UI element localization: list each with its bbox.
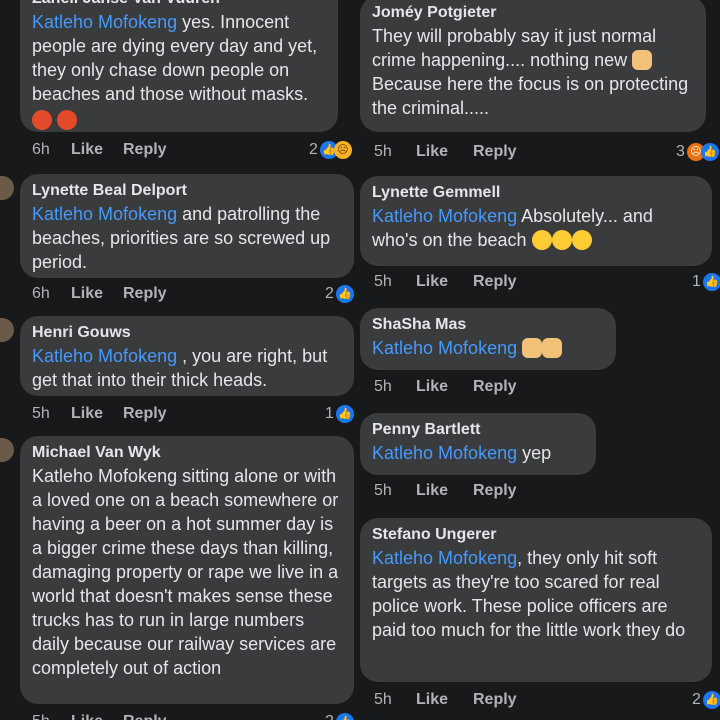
worried-face-emoji-icon: [571, 230, 592, 250]
comment-time[interactable]: 5h: [32, 712, 50, 720]
comment-actions: 5h Like Reply: [32, 404, 360, 424]
like-button[interactable]: Like: [416, 690, 448, 710]
reaction-count[interactable]: 2 👍: [692, 690, 720, 710]
comment-author[interactable]: Henri Gouws: [32, 324, 342, 342]
comment-actions: 5h Like Reply: [32, 712, 360, 720]
comment-text: Because here the focus is on protecting …: [372, 74, 689, 118]
like-button[interactable]: Like: [416, 377, 448, 397]
thumbs-up-icon: 👍: [335, 405, 354, 423]
comment-bubble: ShaSha Mas Katleho Mofokeng: [360, 308, 616, 370]
reaction-number: 2: [692, 691, 701, 708]
avatar[interactable]: [0, 176, 14, 200]
thumbs-up-emoji-icon: [542, 338, 563, 358]
comment-time[interactable]: 5h: [32, 404, 50, 424]
reply-button[interactable]: Reply: [473, 690, 517, 710]
avatar[interactable]: [0, 438, 14, 462]
mention-link[interactable]: Katleho Mofokeng: [32, 346, 177, 366]
comment-author[interactable]: Penny Bartlett: [372, 421, 584, 439]
comment-text: They will probably say it just normal cr…: [372, 26, 657, 70]
reaction-number: 2: [325, 712, 334, 720]
comment-time[interactable]: 5h: [374, 690, 392, 710]
reaction-number: 3: [676, 143, 685, 160]
comment-time[interactable]: 5h: [374, 377, 392, 397]
thumbs-up-icon: 👍: [335, 713, 354, 720]
reaction-count[interactable]: 2 👍 ☹: [309, 140, 352, 160]
comment-bubble: Lynette Gemmell Katleho Mofokeng Absolut…: [360, 176, 712, 266]
left-comment-column: Zanell Janse Van Vuuren Katleho Mofokeng…: [0, 0, 360, 720]
reaction-number: 2: [325, 285, 334, 302]
comment-author[interactable]: Zanell Janse Van Vuuren: [32, 0, 326, 8]
reply-button[interactable]: Reply: [473, 377, 517, 397]
avatar[interactable]: [0, 318, 14, 342]
reply-button[interactable]: Reply: [473, 142, 517, 162]
mention-link[interactable]: Katleho Mofokeng: [372, 206, 517, 226]
reaction-number: 1: [325, 405, 334, 422]
comment-time[interactable]: 5h: [374, 272, 392, 292]
handshake-emoji-icon: [522, 338, 543, 358]
mention-link[interactable]: Katleho Mofokeng: [372, 548, 517, 568]
comment-author[interactable]: Stefano Ungerer: [372, 526, 700, 544]
comment-time[interactable]: 6h: [32, 284, 50, 304]
reaction-count[interactable]: 3 ☹ 👍: [676, 142, 719, 162]
comment-time[interactable]: 6h: [32, 140, 50, 160]
comment-actions: 5h Like Reply: [374, 481, 714, 501]
mention-link[interactable]: Katleho Mofokeng: [372, 443, 517, 463]
facepalm-emoji-icon: [632, 50, 653, 70]
mention-link[interactable]: Katleho Mofokeng: [372, 338, 517, 358]
reply-button[interactable]: Reply: [123, 712, 167, 720]
comment-actions: 6h Like Reply: [32, 284, 360, 304]
comment-bubble: Zanell Janse Van Vuuren Katleho Mofokeng…: [20, 0, 338, 132]
comment-bubble: Michael Van Wyk Katleho Mofokeng sitting…: [20, 436, 354, 704]
comment-text: Katleho Mofokeng sitting alone or with a…: [32, 466, 339, 678]
comment-time[interactable]: 5h: [374, 142, 392, 162]
comment-bubble: Joméy Potgieter They will probably say i…: [360, 0, 706, 132]
reply-button[interactable]: Reply: [123, 284, 167, 304]
reply-button[interactable]: Reply: [123, 404, 167, 424]
angry-emoji-icon: [57, 110, 78, 130]
like-button[interactable]: Like: [71, 284, 103, 304]
mention-link[interactable]: Katleho Mofokeng: [32, 12, 177, 32]
reply-button[interactable]: Reply: [473, 481, 517, 501]
comment-actions: 5h Like Reply: [374, 272, 714, 292]
comment-text: yep: [517, 443, 552, 463]
comment-author[interactable]: Lynette Gemmell: [372, 184, 700, 202]
comment-actions: 5h Like Reply: [374, 377, 714, 397]
comment-author[interactable]: ShaSha Mas: [372, 316, 604, 334]
comment-actions: 5h Like Reply: [374, 690, 714, 710]
reaction-count[interactable]: 1 👍: [692, 272, 720, 292]
mention-link[interactable]: Katleho Mofokeng: [32, 204, 177, 224]
right-comment-column: Joméy Potgieter They will probably say i…: [360, 0, 720, 720]
thinking-face-emoji-icon: [551, 230, 572, 250]
reply-button[interactable]: Reply: [473, 272, 517, 292]
comment-bubble: Henri Gouws Katleho Mofokeng , you are r…: [20, 316, 354, 396]
comment-author[interactable]: Lynette Beal Delport: [32, 182, 342, 200]
thumbs-up-icon: 👍: [702, 691, 720, 709]
like-button[interactable]: Like: [71, 140, 103, 160]
like-button[interactable]: Like: [71, 404, 103, 424]
like-button[interactable]: Like: [416, 272, 448, 292]
reaction-count[interactable]: 1 👍: [325, 404, 354, 424]
reaction-count[interactable]: 2 👍: [325, 284, 354, 304]
like-button[interactable]: Like: [71, 712, 103, 720]
comment-bubble: Stefano Ungerer Katleho Mofokeng, they o…: [360, 518, 712, 682]
thumbs-up-icon: 👍: [335, 285, 354, 303]
reaction-count[interactable]: 2 👍: [325, 712, 354, 720]
reply-button[interactable]: Reply: [123, 140, 167, 160]
thumbs-up-icon: 👍: [700, 143, 719, 161]
like-button[interactable]: Like: [416, 142, 448, 162]
like-button[interactable]: Like: [416, 481, 448, 501]
angry-emoji-icon: [32, 110, 52, 130]
sad-face-icon: ☹: [333, 141, 352, 159]
comment-time[interactable]: 5h: [374, 481, 392, 501]
comment-bubble: Penny Bartlett Katleho Mofokeng yep: [360, 413, 596, 475]
comment-bubble: Lynette Beal Delport Katleho Mofokeng an…: [20, 174, 354, 278]
reaction-number: 2: [309, 141, 318, 158]
reaction-number: 1: [692, 273, 701, 290]
comment-actions: 5h Like Reply: [374, 142, 714, 162]
comment-author[interactable]: Joméy Potgieter: [372, 4, 694, 22]
steaming-face-emoji-icon: [531, 230, 552, 250]
comment-author[interactable]: Michael Van Wyk: [32, 444, 342, 462]
thumbs-up-icon: 👍: [702, 273, 720, 291]
